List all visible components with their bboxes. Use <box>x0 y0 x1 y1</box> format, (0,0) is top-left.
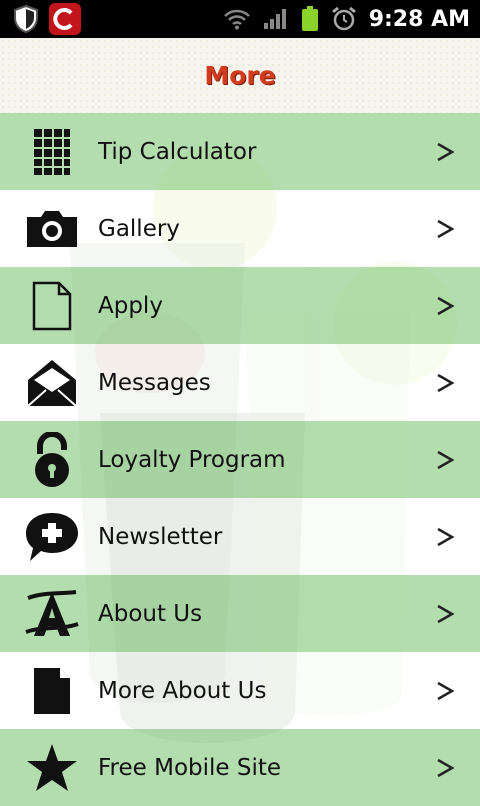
menu-item-more-about-us[interactable]: More About Us <box>0 652 480 729</box>
envelope-icon <box>22 353 82 413</box>
battery-icon <box>301 6 319 32</box>
menu-item-label: About Us <box>98 600 203 627</box>
star-icon <box>22 738 82 798</box>
page-title: More <box>204 61 276 90</box>
menu-item-label: Newsletter <box>98 523 223 550</box>
letter-a-icon <box>22 584 82 644</box>
menu-item-label: Loyalty Program <box>98 446 286 473</box>
menu-item-loyalty-program[interactable]: Loyalty Program <box>0 421 480 498</box>
menu-item-label: More About Us <box>98 677 267 704</box>
chevron-right-icon <box>432 138 460 166</box>
status-bar: 9:28 AM <box>0 0 480 38</box>
menu-item-apply[interactable]: Apply <box>0 267 480 344</box>
chevron-right-icon <box>432 215 460 243</box>
document-icon <box>22 276 82 336</box>
menu-item-label: Tip Calculator <box>98 138 257 165</box>
page-icon <box>22 661 82 721</box>
menu-item-messages[interactable]: Messages <box>0 344 480 421</box>
menu-item-free-mobile-site[interactable]: Free Mobile Site <box>0 729 480 806</box>
signal-icon <box>263 8 289 30</box>
wifi-icon <box>223 8 251 30</box>
menu-item-label: Gallery <box>98 215 180 242</box>
more-menu-list: Tip Calculator Gallery Apply Messages Lo… <box>0 113 480 806</box>
menu-item-label: Apply <box>98 292 163 319</box>
menu-item-label: Messages <box>98 369 211 396</box>
chevron-right-icon <box>432 754 460 782</box>
menu-item-tip-calculator[interactable]: Tip Calculator <box>0 113 480 190</box>
shield-icon <box>12 4 40 34</box>
menu-item-newsletter[interactable]: Newsletter <box>0 498 480 575</box>
calculator-icon <box>22 122 82 182</box>
chevron-right-icon <box>432 446 460 474</box>
chevron-right-icon <box>432 677 460 705</box>
menu-item-about-us[interactable]: About Us <box>0 575 480 652</box>
menu-item-gallery[interactable]: Gallery <box>0 190 480 267</box>
menu-item-label: Free Mobile Site <box>98 754 282 781</box>
alarm-icon <box>331 6 357 32</box>
chevron-right-icon <box>432 292 460 320</box>
speech-bubble-plus-icon <box>22 507 82 567</box>
app-badge-icon <box>48 2 82 36</box>
chevron-right-icon <box>432 369 460 397</box>
status-time: 9:28 AM <box>368 6 470 32</box>
camera-icon <box>22 199 82 259</box>
chevron-right-icon <box>432 600 460 628</box>
page-header: More <box>0 38 480 113</box>
padlock-icon <box>22 430 82 490</box>
chevron-right-icon <box>432 523 460 551</box>
